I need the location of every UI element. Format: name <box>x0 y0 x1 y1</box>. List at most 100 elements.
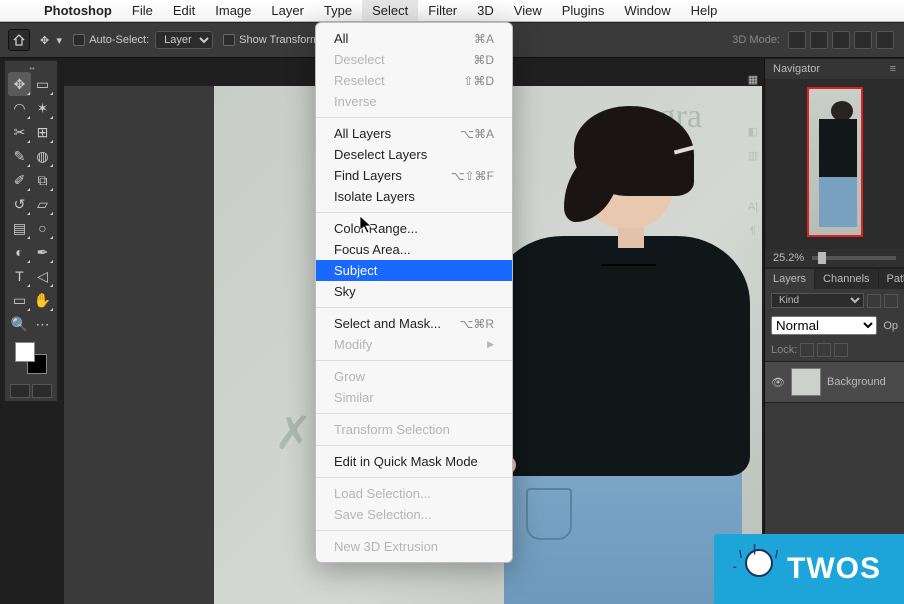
layer-row-background[interactable]: 👁 Background <box>765 361 904 402</box>
threeD-icon-2[interactable] <box>810 31 828 49</box>
menu-item-color-range[interactable]: Color Range... <box>316 218 512 239</box>
menu-plugins[interactable]: Plugins <box>552 0 615 21</box>
menu-item-all[interactable]: All⌘A <box>316 28 512 49</box>
auto-select-checkbox[interactable] <box>73 34 85 46</box>
navigator-thumbnail[interactable] <box>765 79 904 249</box>
tool-edit-toolbar[interactable]: ⋯ <box>31 312 54 336</box>
swatches-icon[interactable]: ▥ <box>743 144 763 166</box>
tool-path[interactable]: ◁ <box>31 264 54 288</box>
tool-artboard[interactable]: ▭ <box>31 72 54 96</box>
menu-layer[interactable]: Layer <box>261 0 314 21</box>
layer-name: Background <box>827 376 886 388</box>
type-panel-icon[interactable]: A| <box>743 196 763 218</box>
navigator-zoom-value[interactable]: 25.2% <box>773 252 804 264</box>
menu-item-sky[interactable]: Sky <box>316 281 512 302</box>
blend-mode-select[interactable]: Normal <box>771 316 877 335</box>
navigator-zoom-slider[interactable] <box>812 256 896 260</box>
threeD-icon-1[interactable] <box>788 31 806 49</box>
tab-layers[interactable]: Layers <box>765 269 815 289</box>
color-icon[interactable]: ◧ <box>743 120 763 142</box>
menu-item-select-and-mask[interactable]: Select and Mask...⌥⌘R <box>316 313 512 334</box>
apple-icon[interactable] <box>10 3 26 19</box>
layers-panel: Layers Channels Paths Kind Normal Op Loc… <box>765 268 904 403</box>
menu-view[interactable]: View <box>504 0 552 21</box>
macos-menubar: Photoshop File Edit Image Layer Type Sel… <box>0 0 904 22</box>
tool-dodge[interactable]: ◐ <box>8 240 31 264</box>
threeD-icon-5[interactable] <box>876 31 894 49</box>
filter-icon-2[interactable] <box>884 294 898 308</box>
tool-frame[interactable]: ⊞ <box>31 120 54 144</box>
tool-history-brush[interactable]: ↺ <box>8 192 31 216</box>
home-button[interactable] <box>8 29 30 51</box>
show-transform-checkbox[interactable] <box>223 34 235 46</box>
toolbox-grip[interactable]: •• <box>8 64 56 72</box>
tool-preset-dropdown[interactable]: ▾ <box>53 34 65 47</box>
tool-rectangle[interactable]: ▭ <box>8 288 31 312</box>
lightbulb-icon: | \ / - <box>737 547 781 591</box>
tool-lasso[interactable]: ◠ <box>8 96 31 120</box>
menu-item-focus-area[interactable]: Focus Area... <box>316 239 512 260</box>
threeD-icon-4[interactable] <box>854 31 872 49</box>
visibility-icon[interactable]: 👁 <box>771 376 785 389</box>
menu-item-deselect-layers[interactable]: Deselect Layers <box>316 144 512 165</box>
menu-separator <box>316 477 512 478</box>
tab-channels[interactable]: Channels <box>815 269 878 289</box>
foreground-color[interactable] <box>15 342 35 362</box>
tool-magic-wand[interactable]: ✶ <box>31 96 54 120</box>
tool-blur[interactable]: ○ <box>31 216 54 240</box>
menu-item-isolate-layers[interactable]: Isolate Layers <box>316 186 512 207</box>
menu-window[interactable]: Window <box>614 0 680 21</box>
menu-separator <box>316 307 512 308</box>
tool-pen[interactable]: ✒ <box>31 240 54 264</box>
tool-gradient[interactable]: ▤ <box>8 216 31 240</box>
lock-all-icon[interactable] <box>834 343 848 357</box>
paragraph-icon[interactable]: ¶ <box>743 220 763 242</box>
menu-item-load-selection: Load Selection... <box>316 483 512 504</box>
screen-mode-quick-mask[interactable] <box>32 384 52 398</box>
navigator-menu-icon[interactable]: ≡ <box>890 63 896 75</box>
tool-move[interactable]: ✥ <box>8 72 31 96</box>
filter-icon-1[interactable] <box>867 294 881 308</box>
menu-photoshop[interactable]: Photoshop <box>34 0 122 21</box>
menu-item-subject[interactable]: Subject <box>316 260 512 281</box>
tool-hand[interactable]: ✋ <box>31 288 54 312</box>
tool-brush[interactable]: ✐ <box>8 168 31 192</box>
color-swatches[interactable] <box>15 342 47 374</box>
gallery-icon[interactable]: ▦ <box>743 68 763 90</box>
tool-eraser[interactable]: ▱ <box>31 192 54 216</box>
menu-item-save-selection: Save Selection... <box>316 504 512 525</box>
menu-edit[interactable]: Edit <box>163 0 205 21</box>
menu-3d[interactable]: 3D <box>467 0 504 21</box>
menu-filter[interactable]: Filter <box>418 0 467 21</box>
tool-crop[interactable]: ✂ <box>8 120 31 144</box>
menu-help[interactable]: Help <box>681 0 728 21</box>
menu-item-edit-in-quick-mask-mode[interactable]: Edit in Quick Mask Mode <box>316 451 512 472</box>
layer-thumbnail[interactable] <box>791 368 821 396</box>
lock-position-icon[interactable] <box>817 343 831 357</box>
menu-item-find-layers[interactable]: Find Layers⌥⇧⌘F <box>316 165 512 186</box>
threeD-icon-3[interactable] <box>832 31 850 49</box>
layer-filter-kind[interactable]: Kind <box>771 293 864 308</box>
lock-pixels-icon[interactable] <box>800 343 814 357</box>
menu-separator <box>316 445 512 446</box>
collapsed-panel-strip: ▦ ◧ ▥ A| ¶ <box>743 68 763 244</box>
menu-separator <box>316 117 512 118</box>
tool-type[interactable]: T <box>8 264 31 288</box>
tool-clone[interactable]: ⧉ <box>31 168 54 192</box>
menu-image[interactable]: Image <box>205 0 261 21</box>
tab-paths[interactable]: Paths <box>879 269 904 289</box>
menu-item-all-layers[interactable]: All Layers⌥⌘A <box>316 123 512 144</box>
menu-file[interactable]: File <box>122 0 163 21</box>
tool-eyedropper[interactable]: ✎ <box>8 144 31 168</box>
menu-type[interactable]: Type <box>314 0 362 21</box>
menu-select[interactable]: Select <box>362 0 418 21</box>
right-panel-dock: ▦ ◧ ▥ A| ¶ Navigator≡ 25.2% Layers Chann… <box>764 58 904 604</box>
tool-spot-heal[interactable]: ◍ <box>31 144 54 168</box>
auto-select-label: Auto-Select: <box>89 34 149 46</box>
screen-mode-standard[interactable] <box>10 384 30 398</box>
auto-select-target[interactable]: Layer <box>155 31 213 49</box>
watermark-badge: | \ / - TWOS <box>714 534 904 604</box>
tool-zoom[interactable]: 🔍 <box>8 312 31 336</box>
menu-item-similar: Similar <box>316 387 512 408</box>
menu-separator <box>316 212 512 213</box>
